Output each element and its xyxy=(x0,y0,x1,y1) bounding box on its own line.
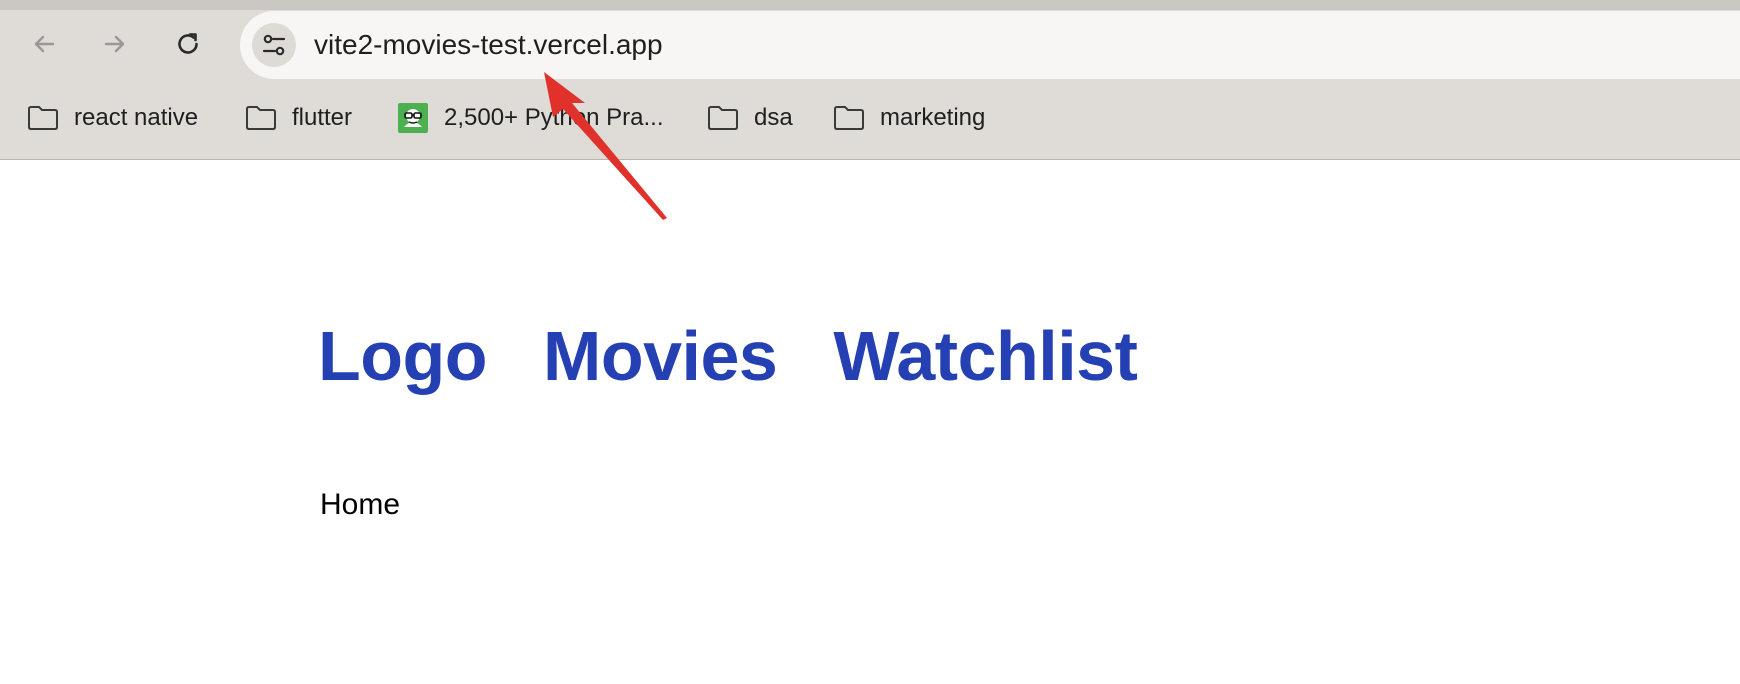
folder-icon xyxy=(244,103,278,133)
url-text[interactable]: vite2-movies-test.vercel.app xyxy=(314,11,663,79)
browser-chrome: vite2-movies-test.vercel.app react nativ… xyxy=(0,0,1740,160)
arrow-left-icon xyxy=(34,35,55,53)
bookmark-label: marketing xyxy=(880,104,986,131)
back-button[interactable] xyxy=(26,26,62,62)
bookmarks-bar: react native flutter 2,500+ Python Pra..… xyxy=(0,98,1740,138)
tab-strip xyxy=(0,0,1740,10)
home-text: Home xyxy=(320,488,401,521)
tune-icon xyxy=(262,34,286,56)
favicon-glasses-icon xyxy=(396,103,430,133)
reload-icon xyxy=(178,33,198,54)
nav-movies-link[interactable]: Movies xyxy=(543,321,778,391)
bookmark-react-native[interactable]: react native xyxy=(26,98,198,138)
bookmark-python-practice[interactable]: 2,500+ Python Pra... xyxy=(396,98,663,138)
folder-icon xyxy=(26,103,60,133)
bookmark-dsa[interactable]: dsa xyxy=(706,98,793,138)
page-content: Logo Movies Watchlist Home xyxy=(0,161,1740,684)
bookmark-label: dsa xyxy=(754,104,793,131)
bookmark-marketing[interactable]: marketing xyxy=(832,98,985,138)
forward-button[interactable] xyxy=(97,26,133,62)
address-bar[interactable]: vite2-movies-test.vercel.app xyxy=(240,11,1740,79)
folder-icon xyxy=(706,103,740,133)
site-info-button[interactable] xyxy=(252,23,296,67)
bookmark-label: 2,500+ Python Pra... xyxy=(444,104,664,131)
arrow-right-icon xyxy=(104,35,125,53)
nav-watchlist-link[interactable]: Watchlist xyxy=(833,321,1138,391)
bookmark-flutter[interactable]: flutter xyxy=(244,98,352,138)
nav-logo-link[interactable]: Logo xyxy=(318,321,488,391)
bookmark-label: flutter xyxy=(292,104,353,131)
site-nav: Logo Movies Watchlist xyxy=(318,321,1138,391)
folder-icon xyxy=(832,103,866,133)
reload-button[interactable] xyxy=(170,26,206,62)
bookmark-label: react native xyxy=(74,104,199,131)
